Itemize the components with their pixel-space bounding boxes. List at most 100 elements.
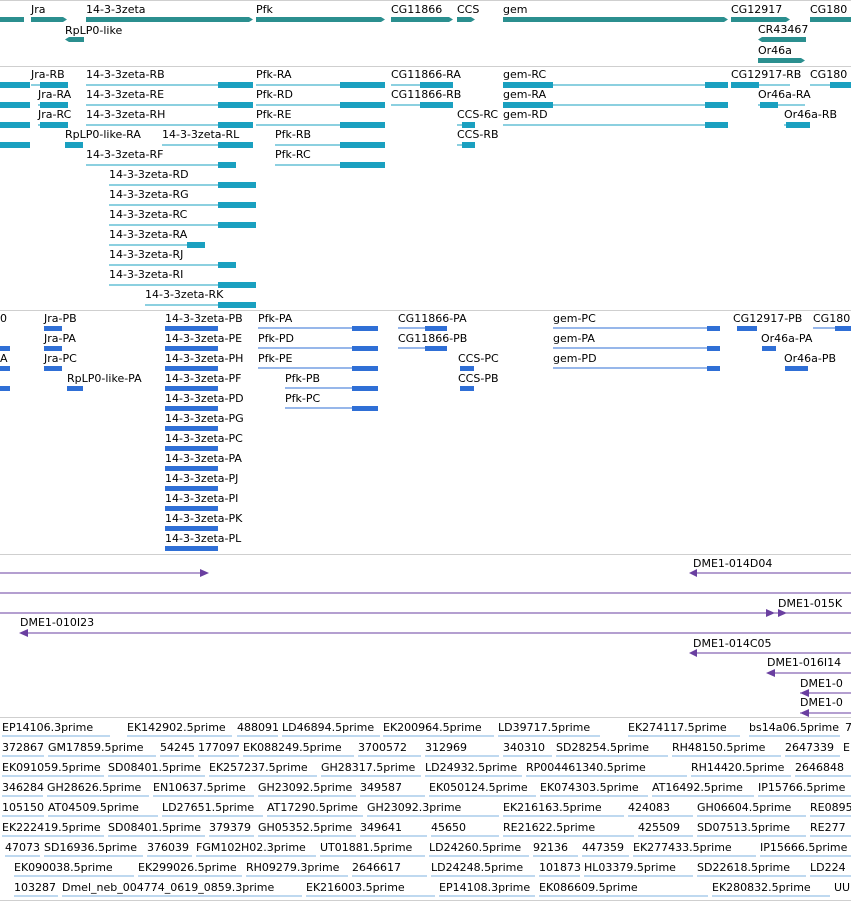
transcript-feature[interactable]: 14-3-3zeta-RK [145, 288, 256, 308]
read-label[interactable]: 447359 [582, 841, 624, 854]
gene-feature[interactable]: CR43467 [758, 23, 808, 42]
read-label[interactable]: GH23092.5prime [258, 781, 353, 794]
transcript-feature[interactable]: 14-3-3zeta-RF [86, 148, 236, 168]
protein-feature[interactable]: Pfk-PB [285, 372, 378, 391]
transcript-feature[interactable]: CCS-RB [457, 128, 499, 148]
read-label[interactable]: 177097 [198, 741, 240, 754]
read-label[interactable]: EK274117.5prime [628, 721, 727, 734]
read-label[interactable]: LD46894.5prime [282, 721, 374, 734]
transcript-feature[interactable]: Pfk-RE [256, 108, 385, 128]
genome-browser-viewport[interactable]: Jra 14-3-3zeta Pfk CG11866 CCS gem CG129… [0, 0, 851, 902]
transcript-feature[interactable]: Pfk-RC [275, 148, 385, 168]
transcript-stub[interactable] [0, 102, 30, 108]
read-label[interactable]: 340310 [503, 741, 545, 754]
read-label[interactable]: GH28626.5prime [47, 781, 142, 794]
read-label[interactable]: 2647339 [785, 741, 834, 754]
transcript-feature[interactable]: Jra-RA [37, 88, 72, 108]
read-label[interactable]: SD22618.5prime [697, 861, 790, 874]
protein-feature[interactable]: 14-3-3zeta-PI [165, 492, 238, 511]
read-label[interactable]: 105150 [2, 801, 44, 814]
read-label[interactable]: SD07513.5prime [697, 821, 790, 834]
protein-feature[interactable]: 14-3-3zeta-PK [165, 512, 243, 531]
read-label[interactable]: RE0895 [810, 801, 851, 814]
read-label[interactable]: LD27651.5prime [162, 801, 254, 814]
read-label[interactable]: 312969 [425, 741, 467, 754]
read-label[interactable]: EK216163.5prime [503, 801, 602, 814]
read-label[interactable]: RE21622.5prime [503, 821, 595, 834]
transcript-feature[interactable]: Or46a-RB [784, 108, 837, 128]
read-label[interactable]: LD224 [810, 861, 846, 874]
read-label[interactable]: HL03379.5prime [584, 861, 676, 874]
protein-feature[interactable]: 14-3-3zeta-PF [165, 372, 241, 391]
read-label[interactable]: EK090038.5prime [14, 861, 113, 874]
protein-feature[interactable]: Pfk-PC [285, 392, 378, 411]
read-label[interactable]: 425509 [638, 821, 680, 834]
read-label[interactable]: 2646617 [352, 861, 401, 874]
read-label[interactable]: SD08401.5prime [108, 761, 201, 774]
read-label[interactable]: LD39717.5prime [498, 721, 590, 734]
transcript-feature[interactable]: 14-3-3zeta-RB [86, 68, 253, 88]
transcript-feature[interactable]: Jra-RB [30, 68, 68, 88]
read-label[interactable]: UT01881.5prime [320, 841, 413, 854]
read-label[interactable]: 47073 [5, 841, 40, 854]
transcript-stub[interactable] [0, 82, 30, 88]
read-label[interactable]: 3700572 [358, 741, 407, 754]
read-label[interactable]: LD24260.5prime [429, 841, 521, 854]
read-label[interactable]: EN10637.5prime [153, 781, 246, 794]
protein-feature[interactable]: 14-3-3zeta-PC [165, 432, 243, 451]
protein-feature[interactable]: 14-3-3zeta-PD [165, 392, 244, 411]
protein-feature[interactable]: 14-3-3zeta-PB [165, 312, 243, 331]
read-label[interactable]: EK280832.5prime [712, 881, 811, 894]
transcript-feature[interactable]: 14-3-3zeta-RI [109, 268, 256, 288]
transcript-feature[interactable]: CCS-RC [457, 108, 498, 128]
read-label[interactable]: RH14420.5prime [691, 761, 785, 774]
clone-feature[interactable]: DME1-014C05 [689, 637, 851, 657]
read-label[interactable]: IP15766.5prime [758, 781, 846, 794]
read-label[interactable]: EK200964.5prime [383, 721, 482, 734]
protein-feature[interactable]: gem-PC [553, 312, 720, 331]
read-label[interactable]: SD08401.5prime [108, 821, 201, 834]
read-label[interactable]: EK091059.5prime [2, 761, 101, 774]
protein-feature[interactable]: CG11866-PA [398, 312, 467, 331]
read-label[interactable]: E [843, 741, 850, 754]
read-label[interactable]: RP004461340.5prime [526, 761, 646, 774]
read-label[interactable]: EK257237.5prime [209, 761, 308, 774]
protein-stub[interactable] [0, 366, 10, 371]
clone-feature[interactable]: DME1-015K [0, 597, 851, 617]
clone-feature[interactable]: DME1-010I23 [19, 616, 851, 637]
protein-feature[interactable]: Or46a-PA [761, 332, 813, 351]
read-label[interactable]: GH06604.5prime [697, 801, 792, 814]
read-label[interactable]: EK142902.5prime [127, 721, 226, 734]
protein-feature[interactable]: Jra-PC [43, 352, 77, 371]
transcript-stub[interactable] [0, 142, 30, 148]
read-label[interactable]: RE277 [810, 821, 846, 834]
protein-feature[interactable]: Pfk-PA [258, 312, 378, 331]
protein-feature[interactable]: 14-3-3zeta-PJ [165, 472, 238, 491]
protein-stub[interactable] [0, 386, 10, 391]
read-label[interactable]: IP15666.5prime [760, 841, 848, 854]
transcript-feature[interactable]: 14-3-3zeta-RJ [109, 248, 236, 268]
transcript-feature[interactable]: 14-3-3zeta-RC [109, 208, 256, 228]
gene-feature[interactable]: 14-3-3zeta [86, 3, 253, 22]
clone-feature[interactable] [0, 569, 209, 577]
transcript-feature[interactable]: gem-RA [503, 88, 728, 108]
gene-feature[interactable]: Jra [0, 3, 67, 22]
read-label[interactable]: bs14a06.5prime [749, 721, 839, 734]
read-label[interactable]: EK277433.5prime [633, 841, 732, 854]
clone-feature[interactable]: DME1-0 [800, 696, 851, 717]
transcript-feature[interactable]: CG12917-RB [731, 68, 801, 88]
read-label[interactable]: EK050124.5prime [429, 781, 528, 794]
read-label[interactable]: 346284 [2, 781, 44, 794]
protein-feature[interactable]: CG11866-PB [398, 332, 467, 351]
read-label[interactable]: 379379 [209, 821, 251, 834]
transcript-feature[interactable]: Pfk-RA [256, 68, 385, 88]
read-label[interactable]: EK074303.5prime [540, 781, 639, 794]
transcript-feature[interactable]: 14-3-3zeta-RA [109, 228, 205, 248]
protein-feature[interactable]: gem-PA [553, 332, 720, 351]
read-label[interactable]: 2646848 [795, 761, 844, 774]
gene-feature[interactable]: CG12917 [731, 3, 790, 22]
read-label[interactable]: 45650 [431, 821, 466, 834]
gene-feature[interactable]: Pfk [256, 3, 385, 22]
read-label[interactable]: EK222419.5prime [2, 821, 101, 834]
transcript-feature[interactable]: Pfk-RD [256, 88, 385, 108]
